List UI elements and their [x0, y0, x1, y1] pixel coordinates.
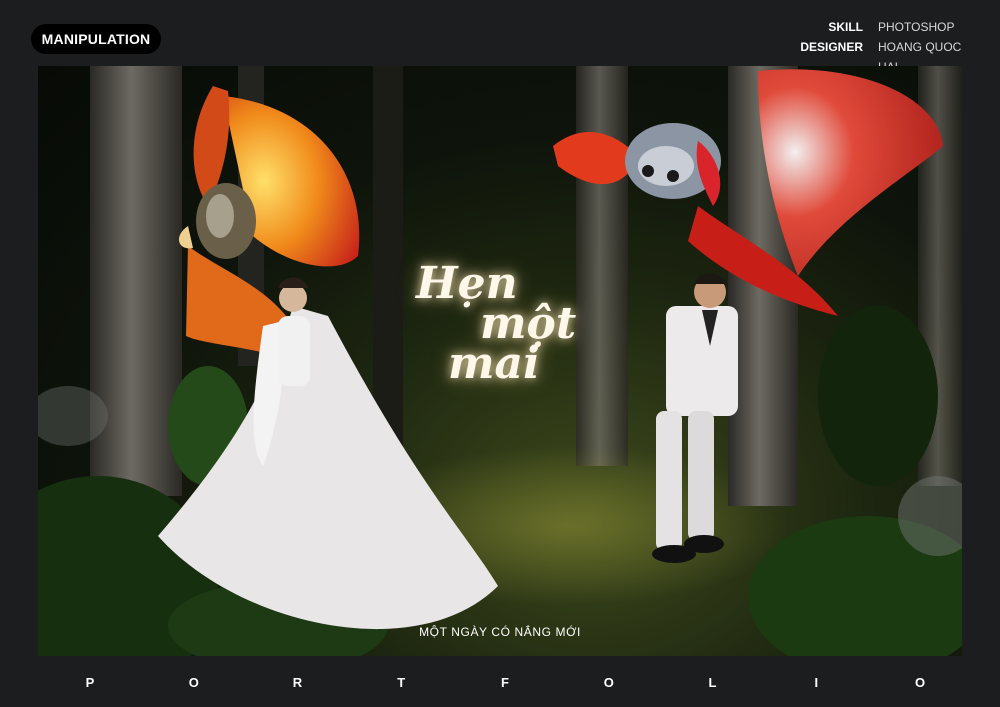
artwork-title: Hẹn một mai	[416, 262, 636, 389]
footer-letter: O	[914, 675, 926, 690]
footer-letter: L	[708, 675, 717, 690]
artwork-image: Hẹn một mai MỘT NGÀY CÓ NẮNG MỚI	[38, 66, 962, 656]
meta-value-skill: PHOTOSHOP	[878, 20, 955, 34]
bush-right-mid	[818, 306, 938, 486]
footer-letter: F	[501, 675, 509, 690]
category-badge: MANIPULATION	[31, 24, 161, 54]
footer-letter: P	[85, 675, 95, 690]
footer-letter: O	[603, 675, 614, 690]
footer-letter: R	[292, 675, 303, 690]
portfolio-footer: P O R T F O L I O	[80, 675, 930, 690]
footer-letter: I	[814, 675, 819, 690]
artwork-subtitle: MỘT NGÀY CÓ NẮNG MỚI	[419, 625, 581, 639]
meta-key-skill: SKILL	[828, 20, 863, 34]
meta-row-skill: SKILL PHOTOSHOP	[783, 17, 980, 37]
title-line-3: mai	[448, 338, 540, 389]
footer-letter: T	[397, 675, 406, 690]
footer-letter: O	[188, 675, 199, 690]
category-badge-label: MANIPULATION	[41, 31, 151, 47]
